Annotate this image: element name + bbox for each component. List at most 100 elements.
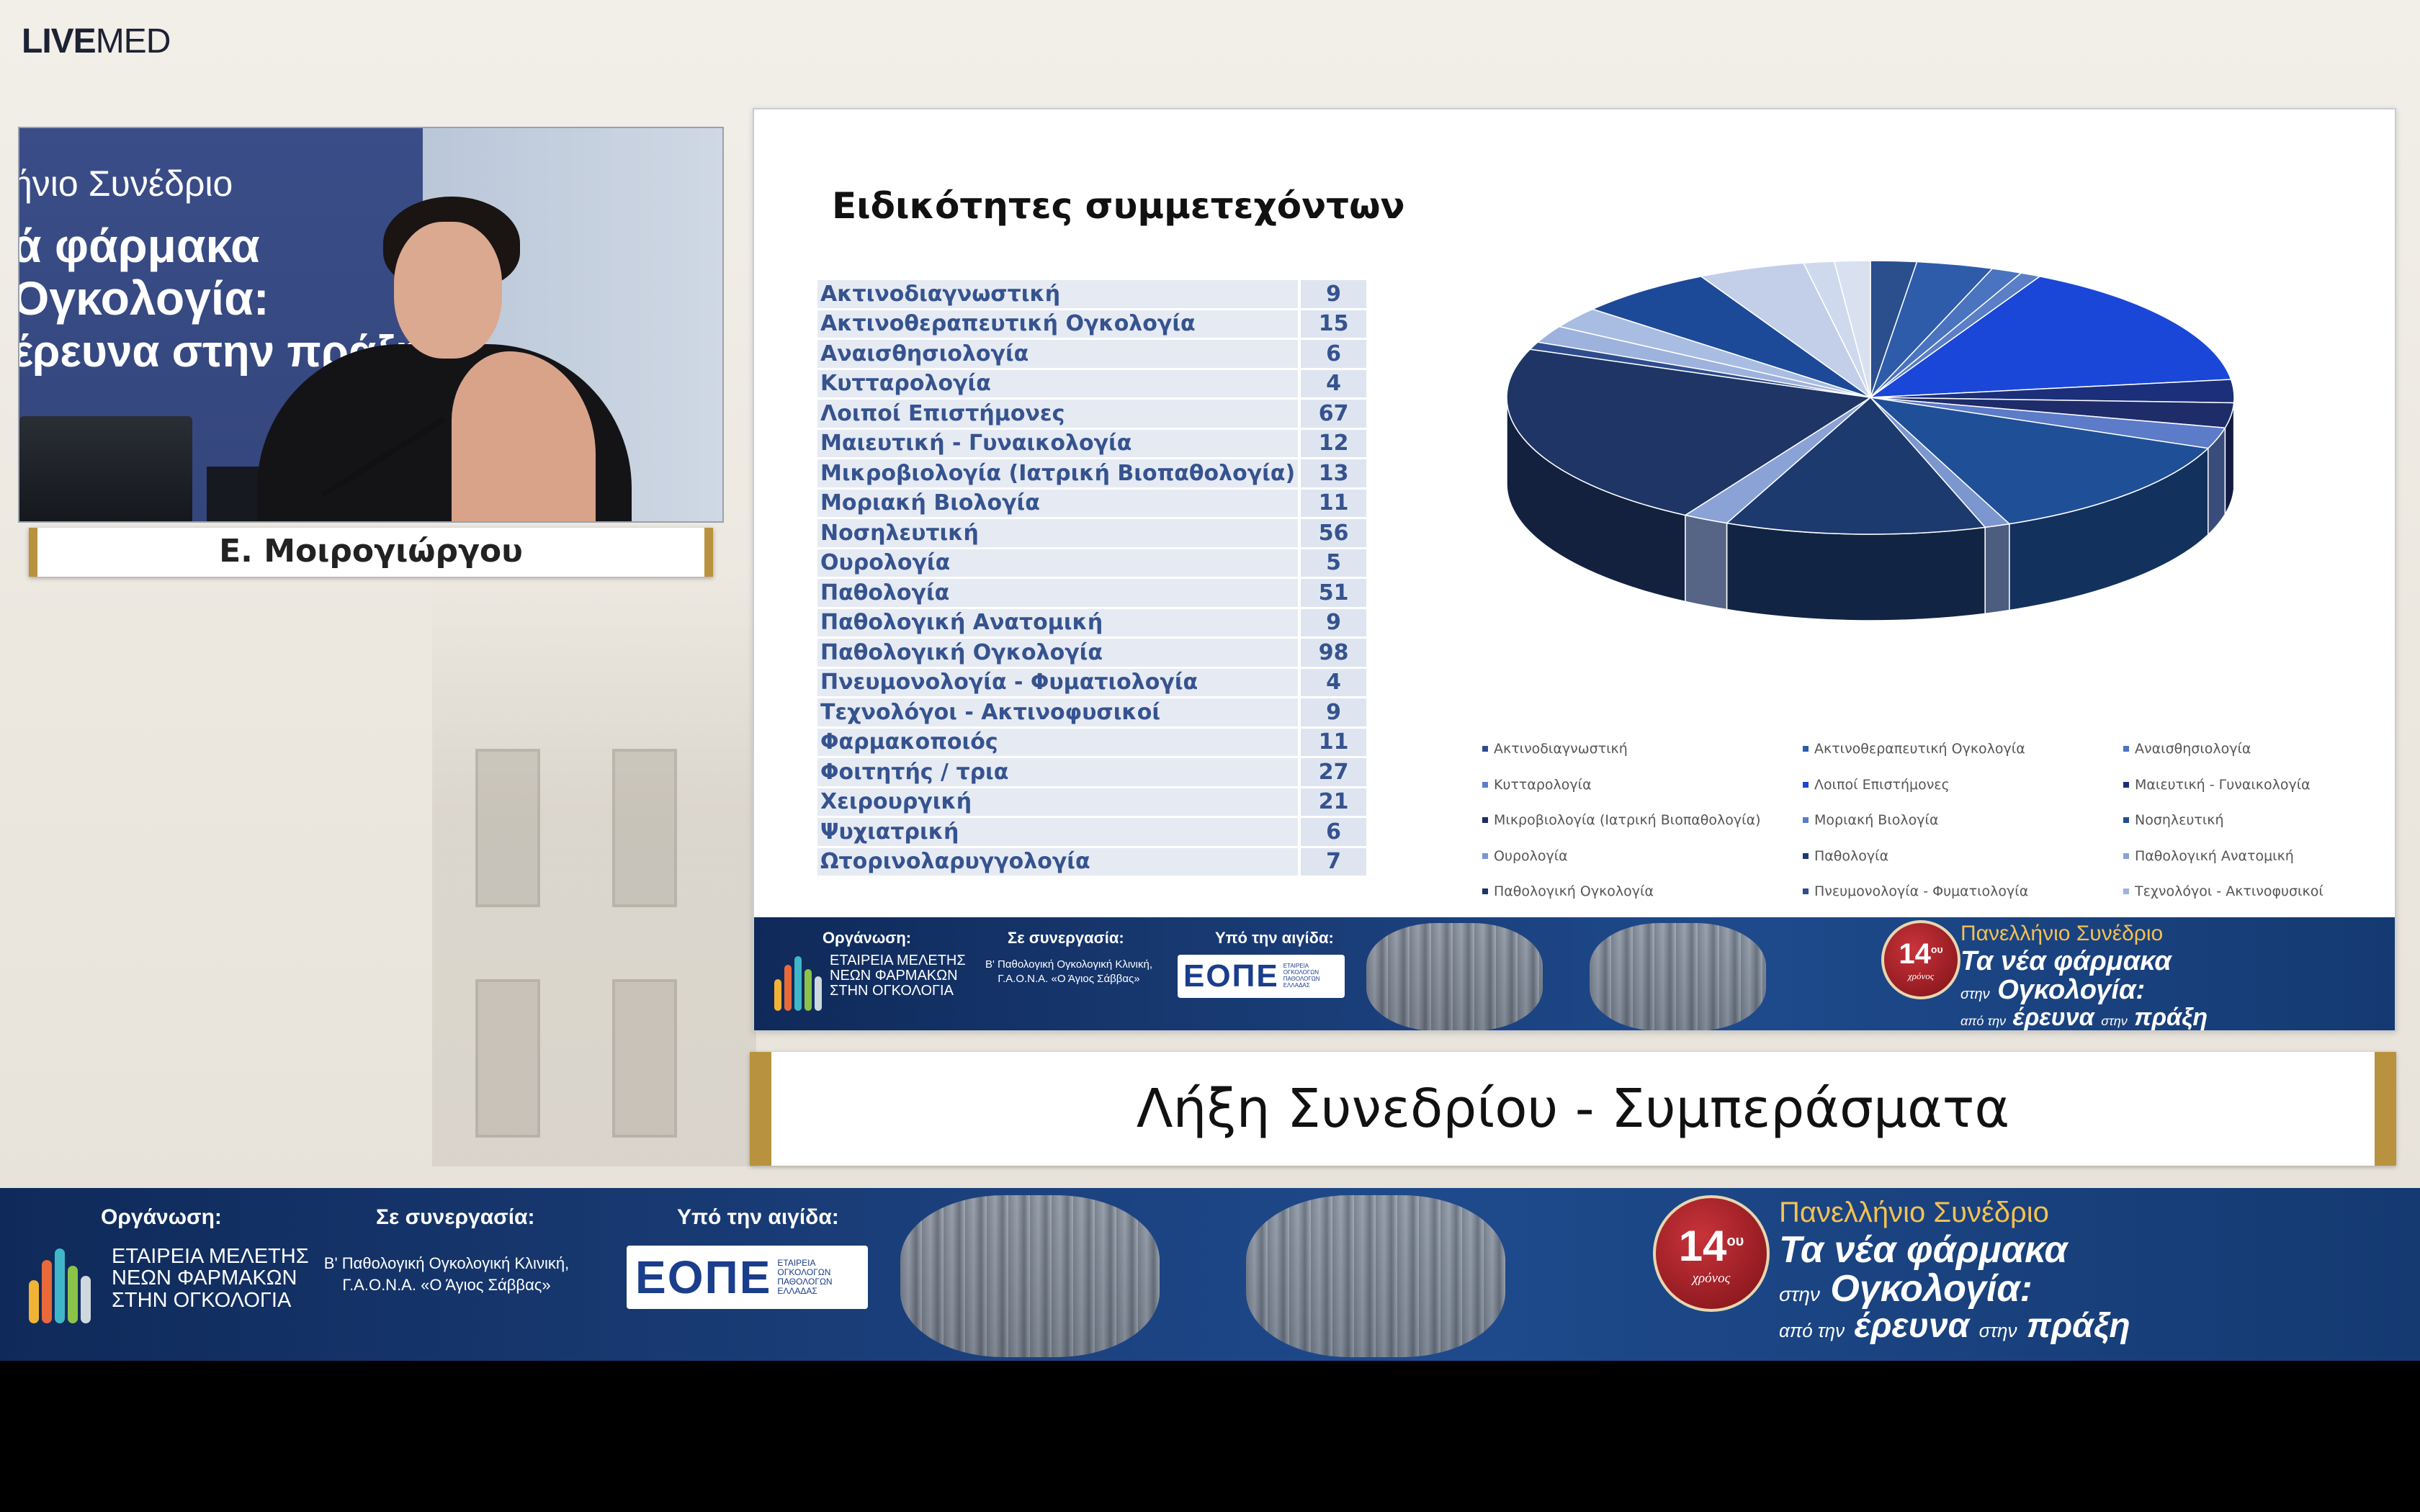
banner-photo: [1590, 923, 1766, 1030]
legend-label: Μικροβιολογία (Ιατρική Βιοπαθολογία): [1494, 812, 1761, 828]
slide-sponsor-banner: Οργάνωση: ΕΤΑΙΡΕΙΑ ΜΕΛΕΤΗΣ ΝΕΩΝ ΦΑΡΜΑΚΩΝ Σ…: [754, 917, 2395, 1030]
table-row: Παθολογία 51: [817, 579, 1366, 607]
specialty-count: 9: [1298, 608, 1366, 636]
table-row: Λοιποί Επιστήμονες 67: [817, 400, 1366, 428]
org-label: Οργάνωση:: [101, 1205, 222, 1229]
org-name: ΕΤΑΙΡΕΙΑ ΜΕΛΕΤΗΣ ΝΕΩΝ ΦΑΡΜΑΚΩΝ ΣΤΗΝ ΟΓΚΟΛΟ…: [830, 953, 966, 999]
table-row: Ψυχιατρική 6: [817, 818, 1366, 846]
legend-swatch: [1482, 852, 1488, 859]
background-building: [432, 576, 756, 1166]
anniversary-badge: 14ου χρόνος: [1653, 1195, 1770, 1312]
specialty-name: Λοιποί Επιστήμονες: [817, 400, 1299, 428]
specialty-count: 9: [1298, 698, 1366, 726]
legend-item: Ακτινοδιαγνωστική: [1482, 741, 1628, 757]
legend-item: Μικροβιολογία (Ιατρική Βιοπαθολογία): [1482, 812, 1761, 828]
specialty-count: 67: [1298, 400, 1366, 428]
letterbox-bar: [0, 1361, 2420, 1512]
table-row: Μικροβιολογία (Ιατρική Βιοπαθολογία) 13: [817, 459, 1366, 487]
legend-item: Λοιποί Επιστήμονες: [1803, 777, 1950, 793]
conference-title: Πανελλήνιο Συνέδριο Τα νέα φάρμακα στην …: [1779, 1197, 2130, 1345]
banner-photo: [900, 1195, 1160, 1357]
specialty-count: 11: [1298, 489, 1366, 517]
table-row: Κυτταρολογία 4: [817, 369, 1366, 397]
bottom-sponsor-banner: Οργάνωση: ΕΤΑΙΡΕΙΑ ΜΕΛΕΤΗΣ ΝΕΩΝ ΦΑΡΜΑΚΩΝ Σ…: [0, 1188, 2420, 1361]
laptop: [19, 416, 192, 521]
banner-photo: [1246, 1195, 1505, 1357]
aegis-label: Υπό την αιγίδα:: [1215, 929, 1334, 947]
presentation-slide: Ειδικότητες συμμετεχόντων Ακτινοδιαγνωστ…: [753, 108, 2396, 1032]
specialty-count: 5: [1298, 549, 1366, 577]
backdrop-text: ά φάρμακα: [18, 219, 260, 272]
specialty-count: 6: [1298, 818, 1366, 846]
specialty-name: Ακτινοθεραπευτική Ογκολογία: [817, 310, 1299, 338]
specialty-name: Πνευμονολογία - Φυματιολογία: [817, 668, 1299, 696]
table-row: Πνευμονολογία - Φυματιολογία 4: [817, 668, 1366, 696]
legend-item: Παθολογική Ανατομική: [2123, 848, 2294, 864]
specialty-name: Ψυχιατρική: [817, 818, 1299, 846]
legend-swatch: [2123, 852, 2129, 859]
specialty-name: Νοσηλευτική: [817, 519, 1299, 547]
aegis-label: Υπό την αιγίδα:: [677, 1205, 839, 1229]
pie-slice-side: [1984, 523, 2010, 615]
specialty-count: 9: [1298, 280, 1366, 308]
legend-swatch: [2123, 817, 2129, 823]
legend-item: Μοριακή Βιολογία: [1803, 812, 1938, 828]
legend-label: Τεχνολόγοι - Ακτινοφυσικοί: [2135, 883, 2323, 899]
specialty-name: Ακτινοδιαγνωστική: [817, 280, 1299, 308]
specialty-count: 12: [1298, 429, 1366, 457]
table-row: Νοσηλευτική 56: [817, 519, 1366, 547]
legend-label: Πνευμονολογία - Φυματιολογία: [1814, 883, 2029, 899]
legend-label: Ουρολογία: [1494, 847, 1568, 864]
specialties-table: Ακτινοδιαγνωστική 9 Ακτινοθεραπευτική Ογκο…: [817, 278, 1366, 878]
legend-item: Παθολογία: [1803, 848, 1888, 864]
legend-item: Ουρολογία: [1482, 848, 1568, 864]
pie-slices: [1506, 260, 2235, 535]
specialty-count: 15: [1298, 310, 1366, 338]
table-row: Τεχνολόγοι - Ακτινοφυσικοί 9: [817, 698, 1366, 726]
banner-photo: [1366, 923, 1543, 1030]
legend-item: Νοσηλευτική: [2123, 812, 2224, 828]
specialty-count: 11: [1298, 728, 1366, 756]
legend-label: Παθολογία: [1814, 847, 1889, 864]
legend-swatch: [1482, 781, 1488, 788]
specialty-name: Μικροβιολογία (Ιατρική Βιοπαθολογία): [817, 459, 1299, 487]
legend-swatch: [1803, 888, 1809, 894]
legend-label: Παθολογική Ογκολογία: [1494, 883, 1654, 899]
speaker-video[interactable]: ήνιο Συνέδριο ά φάρμακα Ογκολογία: έρευν…: [18, 127, 724, 523]
table-row: Μαιευτική - Γυναικολογία 12: [817, 429, 1366, 457]
legend-item: Παθολογική Ογκολογία: [1482, 883, 1654, 899]
pie-chart: [1506, 260, 2235, 621]
specialty-name: Φαρμακοποιός: [817, 728, 1299, 756]
cooperation-label: Σε συνεργασία:: [376, 1205, 535, 1229]
legend-label: Αναισθησιολογία: [2135, 741, 2251, 757]
session-title-bar: Λήξη Συνεδρίου - Συμπεράσματα: [750, 1052, 2396, 1166]
legend-item: Τεχνολόγοι - Ακτινοφυσικοί: [2123, 883, 2323, 899]
background-window: [475, 979, 540, 1138]
legend-swatch: [1482, 746, 1488, 752]
eope-logo: ΕΟΠΕ ΕΤΑΙΡΕΙΑ ΟΓΚΟΛΟΓΩΝ ΠΑΘΟΛΟΓΩΝ ΕΛΛΑΔΑΣ: [1178, 955, 1345, 998]
legend-label: Ακτινοδιαγνωστική: [1494, 741, 1628, 757]
specialty-name: Μαιευτική - Γυναικολογία: [817, 429, 1299, 457]
specialty-name: Ουρολογία: [817, 549, 1299, 577]
legend-label: Μαιευτική - Γυναικολογία: [2135, 776, 2311, 793]
specialty-name: Χειρουργική: [817, 788, 1299, 816]
legend-item: Ακτινοθεραπευτική Ογκολογία: [1803, 741, 2025, 757]
legend-swatch: [2123, 888, 2129, 894]
specialty-name: Ωτορινολαρυγγολογία: [817, 847, 1299, 876]
specialty-count: 6: [1298, 340, 1366, 368]
legend-label: Παθολογική Ανατομική: [2135, 847, 2294, 864]
table-row: Ακτινοδιαγνωστική 9: [817, 280, 1366, 308]
table-row: Παθολογική Ογκολογία 98: [817, 639, 1366, 667]
background-window: [475, 749, 540, 907]
specialty-count: 27: [1298, 758, 1366, 786]
specialty-count: 13: [1298, 459, 1366, 487]
org-logo-icon: [774, 953, 822, 1011]
session-title: Λήξη Συνεδρίου - Συμπεράσματα: [1136, 1078, 2010, 1140]
table-row: Ωτορινολαρυγγολογία 7: [817, 847, 1366, 876]
backdrop-text: Ογκολογία:: [18, 271, 269, 325]
legend-swatch: [2123, 746, 2129, 752]
legend-swatch: [1482, 817, 1488, 823]
speaker-face: [394, 222, 502, 359]
legend-item: Κυτταρολογία: [1482, 777, 1592, 793]
speaker-name: Ε. Μοιρογιώργου: [219, 533, 523, 570]
